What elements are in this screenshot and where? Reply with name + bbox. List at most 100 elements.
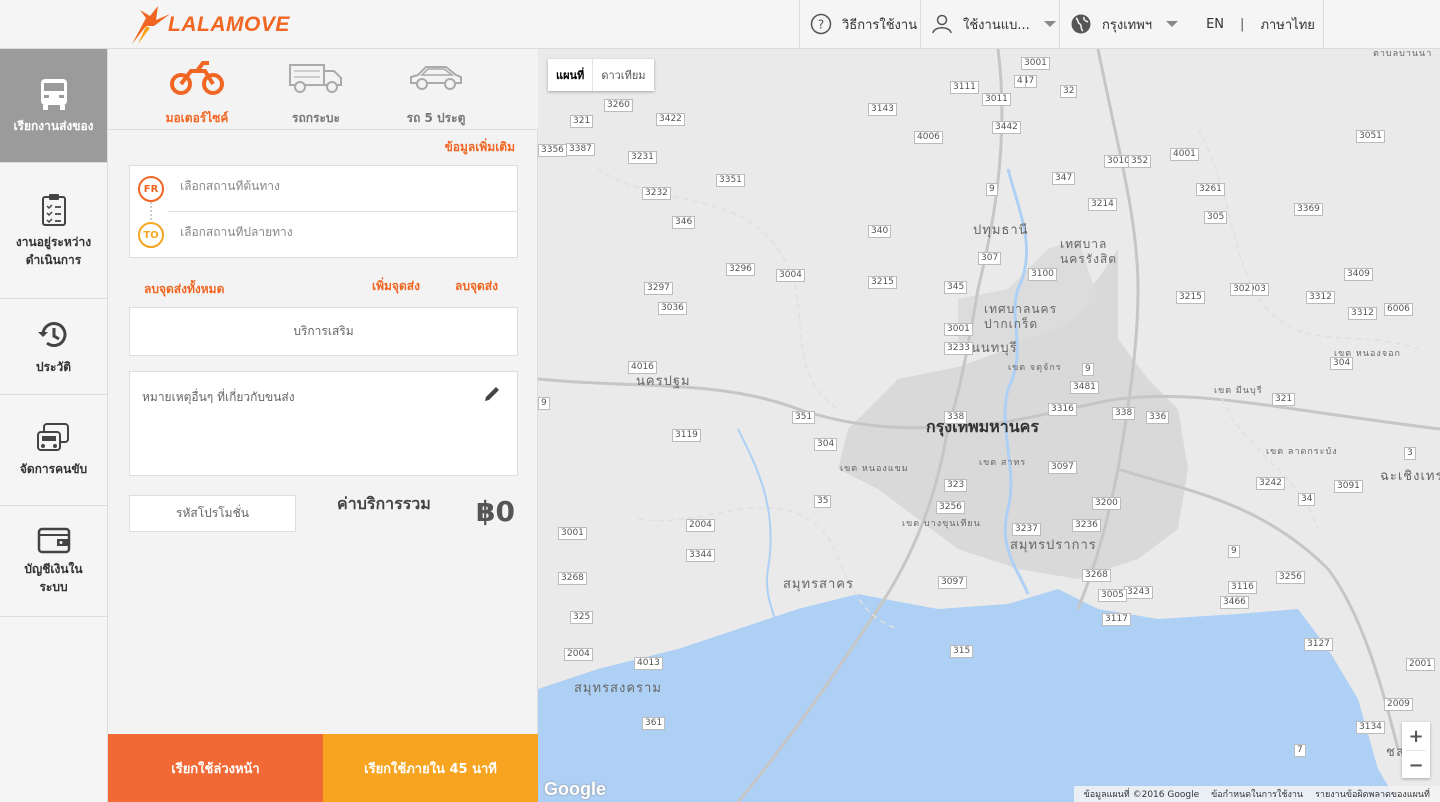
sidebar-item-history[interactable]: ประวัติ bbox=[0, 299, 107, 395]
more-info-link[interactable]: ข้อมูลเพิ่มเติม bbox=[445, 138, 515, 157]
road-number-marker: 3036 bbox=[658, 302, 687, 315]
wallet-icon bbox=[37, 527, 70, 554]
road-number-marker: 351 bbox=[792, 411, 816, 424]
note-textarea[interactable] bbox=[142, 388, 472, 468]
order-panel: มอเตอร์ไซค์ รถกระบะ รถ 5 ประตู ข้อมูลเพิ… bbox=[108, 49, 538, 802]
road-number-marker: 3116 bbox=[1228, 581, 1257, 594]
road-number-marker: 3242 bbox=[1256, 477, 1285, 490]
road-number-marker: 4016 bbox=[628, 361, 657, 374]
road-number-marker: 340 bbox=[868, 225, 892, 238]
order-now-button[interactable]: เรียกใช้ภายใน 45 นาที bbox=[323, 734, 538, 802]
brand-name: LALAMOVE bbox=[168, 13, 290, 36]
from-badge: FR bbox=[138, 176, 164, 202]
road-number-marker: 3 bbox=[1404, 447, 1416, 460]
vehicle-label: รถกระบะ bbox=[292, 111, 340, 125]
map-district-label: เขต มีนบุรี bbox=[1214, 386, 1263, 396]
road-number-marker: 9 bbox=[1228, 545, 1240, 558]
google-logo: Google bbox=[544, 779, 606, 799]
road-number-marker: 3111 bbox=[950, 81, 979, 94]
side-navigation: เรียกงานส่งของ งานอยู่ระหว่างดำเนินการ ป… bbox=[0, 49, 108, 802]
to-badge: TO bbox=[138, 222, 164, 248]
add-stop-link[interactable]: เพิ่มจุดส่ง bbox=[372, 277, 420, 296]
city-selector[interactable]: กรุงเทพฯ bbox=[1059, 0, 1198, 48]
road-number-marker: 307 bbox=[978, 252, 1002, 265]
road-number-marker: 4001 bbox=[1170, 148, 1199, 161]
road-number-marker: 3297 bbox=[644, 282, 673, 295]
terms-link[interactable]: ข้อกำหนดในการใช้งาน bbox=[1211, 787, 1303, 801]
road-number-marker: 346 bbox=[672, 216, 696, 229]
account-menu[interactable]: ใช้งานแบ... bbox=[920, 0, 1059, 48]
road-number-marker: 3011 bbox=[982, 93, 1011, 106]
zoom-in-button[interactable]: + bbox=[1402, 722, 1430, 750]
zoom-out-button[interactable]: − bbox=[1402, 751, 1430, 779]
road-number-marker: 3268 bbox=[1082, 569, 1111, 582]
sidebar-item-in-progress[interactable]: งานอยู่ระหว่างดำเนินการ bbox=[0, 163, 107, 299]
road-number-marker: 35 bbox=[814, 495, 832, 508]
map-type-satellite[interactable]: ดาวเทียม bbox=[593, 59, 653, 91]
sidebar-item-label: เรียกงานส่งของ bbox=[13, 118, 94, 133]
road-number-marker: 321 bbox=[1272, 393, 1296, 406]
road-number-marker: 3409 bbox=[1344, 268, 1373, 281]
road-number-marker: 305 bbox=[1204, 211, 1228, 224]
sidebar-item-place-order[interactable]: เรียกงานส่งของ bbox=[0, 49, 107, 163]
map-city-label: เทศบาลนครรังสิต bbox=[1060, 237, 1118, 266]
pencil-icon bbox=[485, 387, 499, 401]
road-number-marker: 304 bbox=[1330, 357, 1354, 370]
road-number-marker: 3004 bbox=[776, 269, 805, 282]
road-number-marker: 3481 bbox=[1070, 381, 1099, 394]
vehicle-hatchback[interactable]: รถ 5 ประตู bbox=[376, 57, 496, 128]
road-number-marker: 9 bbox=[538, 397, 550, 410]
map-city-label: กรุงเทพมหานคร bbox=[926, 417, 1039, 436]
map-district-label: เขต จตุจักร bbox=[1008, 363, 1062, 373]
map-district-label: เขต บางขุนเทียน bbox=[902, 519, 981, 529]
road-number-marker: 9 bbox=[986, 183, 998, 196]
remove-stop-link[interactable]: ลบจุดส่ง bbox=[455, 277, 498, 296]
road-number-marker: 2001 bbox=[1406, 658, 1435, 671]
lang-en[interactable]: EN bbox=[1206, 17, 1224, 32]
pickup-row[interactable]: FR bbox=[130, 166, 517, 212]
pickup-truck-icon bbox=[289, 64, 342, 93]
road-number-marker: 3351 bbox=[716, 174, 745, 187]
road-number-marker: 6006 bbox=[1384, 303, 1413, 316]
road-number-marker: 3260 bbox=[604, 99, 633, 112]
road-number-marker: 3001 bbox=[944, 323, 973, 336]
road-number-marker: 3001 bbox=[558, 527, 587, 540]
road-number-marker: 3256 bbox=[1276, 571, 1305, 584]
road-number-marker: 347 bbox=[1052, 172, 1076, 185]
report-error-link[interactable]: รายงานข้อผิดพลาดของแผนที่ bbox=[1315, 787, 1430, 801]
road-number-marker: 3200 bbox=[1092, 497, 1121, 510]
promo-code-button[interactable]: รหัสโปรโมชั่น bbox=[129, 495, 296, 532]
motorcycle-icon bbox=[170, 61, 224, 95]
road-number-marker: 338 bbox=[944, 411, 968, 424]
schedule-order-button[interactable]: เรียกใช้ล่วงหน้า bbox=[108, 734, 323, 802]
road-number-marker: 3344 bbox=[686, 549, 715, 562]
note-box bbox=[129, 371, 518, 476]
total-value: ฿0 bbox=[476, 495, 515, 528]
road-number-marker: 3005 bbox=[1098, 589, 1127, 602]
road-number-marker: 3127 bbox=[1304, 638, 1333, 651]
vehicle-pickup-truck[interactable]: รถกระบะ bbox=[256, 57, 376, 128]
road-number-marker: 3097 bbox=[938, 576, 967, 589]
map-type-map[interactable]: แผนที่ bbox=[548, 59, 594, 91]
dropoff-row[interactable]: TO bbox=[130, 212, 517, 258]
chevron-down-icon bbox=[1166, 21, 1179, 27]
svg-text:?: ? bbox=[818, 18, 824, 32]
map-district-label: ตาบลบานนา bbox=[1373, 49, 1433, 59]
lang-th[interactable]: ภาษาไทย bbox=[1260, 14, 1314, 35]
road-number-marker: 323 bbox=[944, 479, 968, 492]
sidebar-item-wallet[interactable]: บัญชีเงินในระบบ bbox=[0, 506, 107, 617]
road-number-marker: 3316 bbox=[1048, 403, 1077, 416]
how-to-link[interactable]: ? วิธีการใช้งาน bbox=[799, 0, 920, 48]
road-number-marker: 2004 bbox=[564, 648, 593, 661]
clear-all-stops-link[interactable]: ลบจุดส่งทั้งหมด bbox=[144, 280, 224, 299]
map-view[interactable]: แผนที่ ดาวเทียม กรุงเทพมหานคร ปทุมธานี น… bbox=[538, 49, 1440, 802]
vehicle-motorcycle[interactable]: มอเตอร์ไซค์ bbox=[137, 57, 257, 128]
road-number-marker: 3051 bbox=[1356, 130, 1385, 143]
road-number-marker: 4013 bbox=[634, 657, 663, 670]
sidebar-item-drivers[interactable]: จัดการคนขับ bbox=[0, 395, 107, 506]
extra-services-button[interactable]: บริการเสริม bbox=[129, 307, 518, 356]
pickup-location-input[interactable] bbox=[180, 179, 500, 193]
lalamove-logo[interactable]: LALAMOVE bbox=[128, 4, 290, 46]
dropoff-location-input[interactable] bbox=[180, 225, 500, 239]
road-number-marker: 3134 bbox=[1356, 721, 1385, 734]
